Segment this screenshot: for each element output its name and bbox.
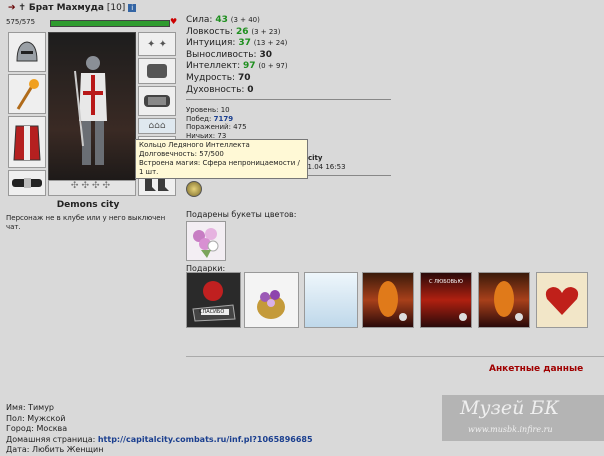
- gift-fire-card-icon[interactable]: [478, 272, 530, 328]
- arrow-icon: ➔: [8, 3, 16, 13]
- info-icon[interactable]: i: [128, 3, 137, 12]
- character-level: [10]: [106, 3, 126, 13]
- record-city: city: [308, 154, 323, 162]
- character-name: Брат Махмуда: [28, 3, 104, 13]
- gift-card-icon[interactable]: СПАСИБО: [186, 272, 241, 328]
- heart-icon: ♥: [170, 17, 178, 26]
- personal-name: Имя: Тимур: [6, 403, 55, 412]
- tooltip-magic: Встроена магия: Сфера непроницаемости / …: [139, 159, 300, 176]
- character-portrait: [48, 32, 136, 196]
- watermark-url: www.musbk.infire.ru: [468, 425, 553, 434]
- gift-caption: СПАСИБО: [199, 309, 225, 315]
- record-level: Уровень: 10: [186, 106, 230, 114]
- personal-homepage: Домашняя страница: http://capitalcity.co…: [6, 434, 313, 444]
- personal-partial: Дата: Любить Женщин: [6, 445, 104, 455]
- record-losses: Поражений: 475: [186, 123, 247, 132]
- watermark: Музей БК www.musbk.infire.ru: [442, 395, 604, 441]
- profile-data-title: Анкетные данные: [489, 364, 584, 374]
- belt-icon[interactable]: [8, 170, 46, 196]
- chat-notice: Персонаж не в клубе или у него выключен …: [6, 214, 166, 231]
- stat-spirituality: Духовность: 0: [186, 84, 254, 95]
- tooltip-title: Кольцо Ледяного Интеллекта: [139, 141, 250, 149]
- battle-record: Уровень: 10 Побед: 7179 Поражений: 475 Н…: [186, 106, 247, 140]
- homepage-link[interactable]: http://capitalcity.combats.ru/inf.pl?106…: [98, 435, 313, 444]
- hp-bar: 575/575 ♥: [6, 17, 178, 28]
- city-name: Demons city: [56, 200, 120, 210]
- personal-city: Город: Москва: [6, 424, 68, 434]
- rings-icon[interactable]: ✦ ✦: [138, 32, 176, 56]
- hp-text: 575/575: [6, 18, 36, 26]
- stat-strength: Сила: 43 (3 + 40): [186, 15, 260, 25]
- stat-wisdom: Мудрость: 70: [186, 72, 251, 83]
- armor-icon[interactable]: [8, 116, 46, 168]
- stat-intellect: Интеллект: 97 (0 + 97): [186, 61, 288, 72]
- stat-endurance: Выносливость: 30: [186, 49, 272, 60]
- tooltip-durability: Долговечность: 57/500: [139, 150, 224, 158]
- item-tooltip: Кольцо Ледяного Интеллекта Долговечность…: [135, 139, 308, 179]
- helmet-icon[interactable]: [8, 32, 46, 72]
- gift-flower-basket-icon[interactable]: [244, 272, 299, 328]
- stat-agility: Ловкость: 26 (3 + 23): [186, 26, 281, 37]
- personal-data: Имя: Тимур Пол: Мужской Город: Москва До…: [6, 403, 313, 456]
- sword-icon: ✝: [18, 3, 26, 13]
- divider: [186, 356, 604, 357]
- bouquet-icon[interactable]: [186, 221, 226, 261]
- hp-fill: [50, 20, 170, 27]
- small-slots-row[interactable]: ✣✣✣✣: [48, 180, 136, 196]
- stat-intuition: Интуиция: 37 (13 + 24): [186, 38, 288, 49]
- bracer-icon[interactable]: [138, 86, 176, 116]
- gift-fire-card-icon[interactable]: [362, 272, 414, 328]
- gift-fire-card-icon[interactable]: С ЛЮБОВЬЮ: [420, 272, 472, 328]
- knight-figure: [74, 56, 107, 165]
- gloves-icon[interactable]: [138, 58, 176, 84]
- medal-icon[interactable]: [186, 181, 202, 197]
- personal-gender: Пол: Мужской: [6, 413, 66, 423]
- gift-caption: С ЛЮБОВЬЮ: [429, 279, 463, 285]
- gift-heart-card-icon[interactable]: [536, 272, 588, 328]
- stats-list: Сила: 43 (3 + 40) Ловкость: 26 (3 + 23) …: [186, 15, 288, 96]
- bouquets-label: Подарены букеты цветов:: [186, 210, 297, 219]
- runes-icon[interactable]: ⌂⌂⌂: [138, 118, 176, 134]
- watermark-title: Музей БК: [460, 397, 560, 419]
- divider: [186, 99, 391, 100]
- record-wins: Побед: 7179: [186, 114, 234, 123]
- character-header: ➔ ✝ Брат Махмуда [10] i: [8, 3, 137, 13]
- staff-icon[interactable]: [8, 74, 46, 114]
- gift-postcard-icon[interactable]: [304, 272, 358, 328]
